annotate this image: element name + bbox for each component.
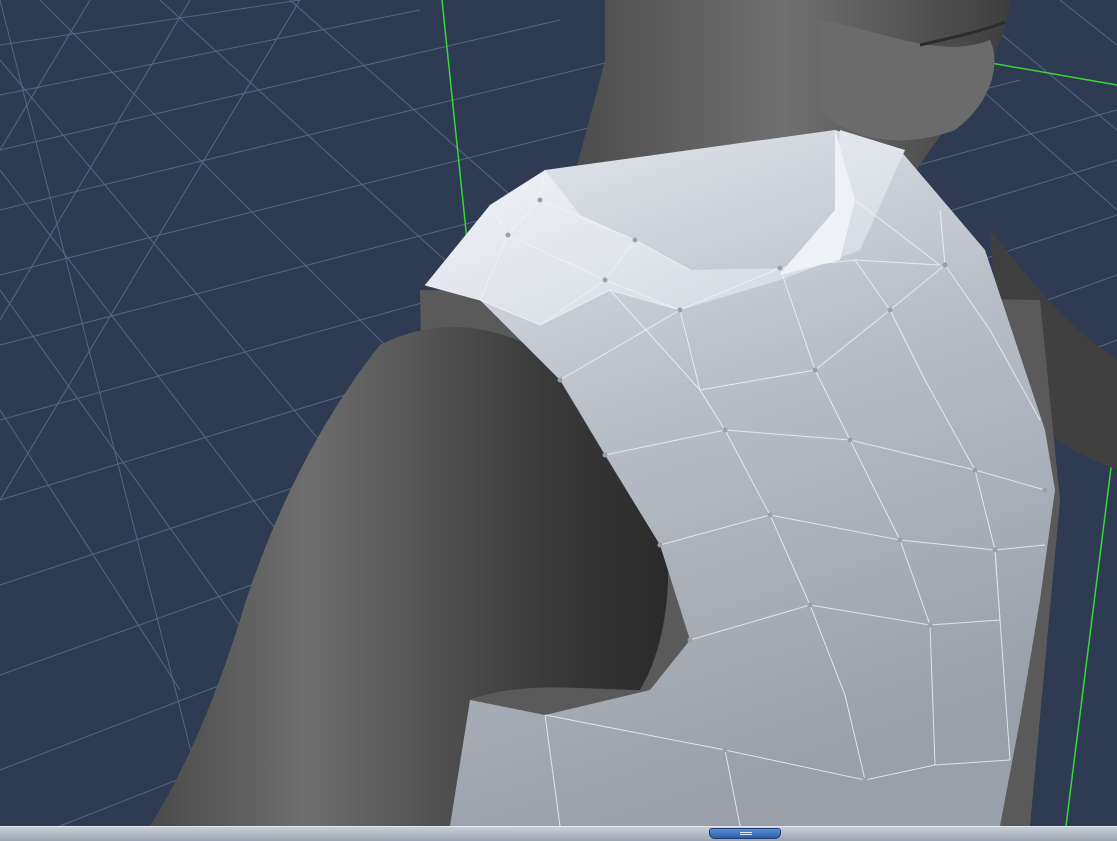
3d-viewport[interactable] — [0, 0, 1117, 826]
collapse-handle-icon[interactable] — [709, 828, 781, 839]
grip-icon — [740, 832, 752, 835]
viewport-bottom-bar — [0, 826, 1117, 841]
